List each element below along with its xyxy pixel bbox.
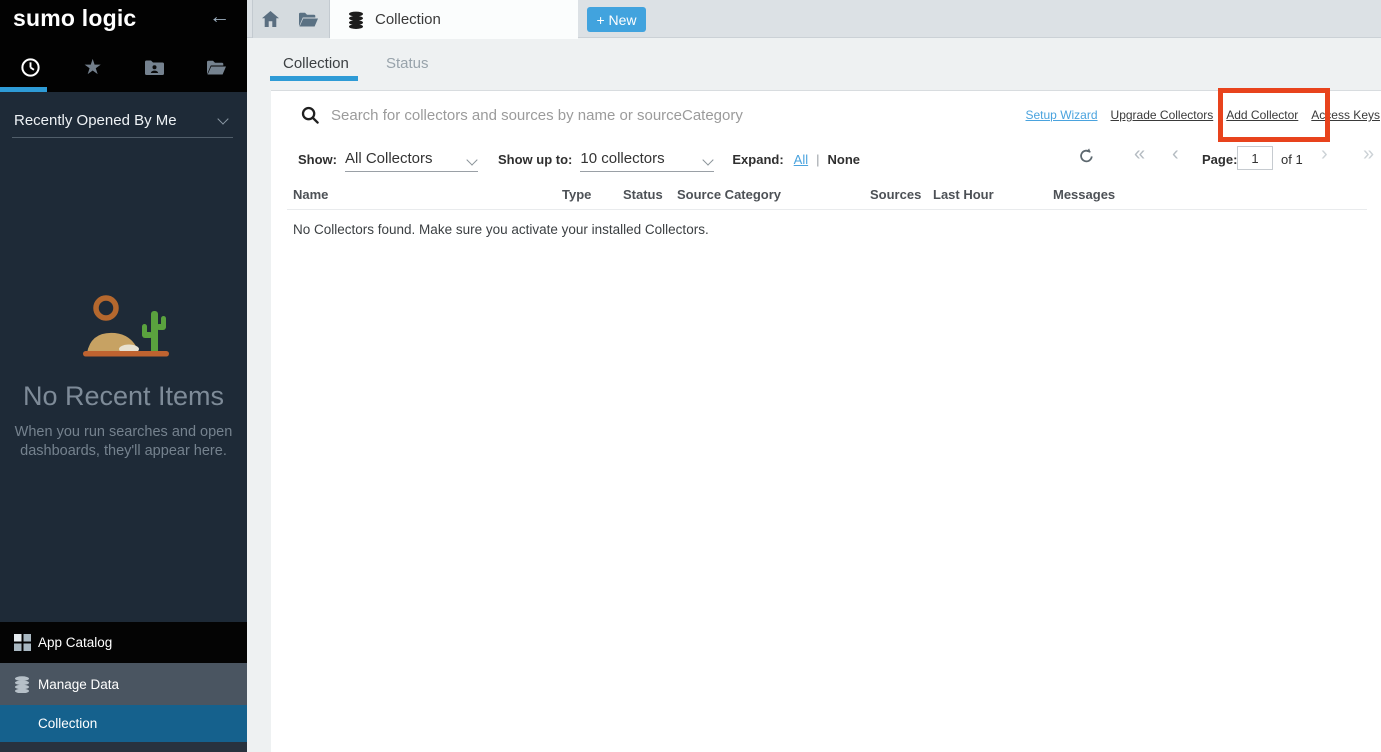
sidebar-footer-strip: [0, 742, 247, 752]
desert-illustration: [0, 288, 247, 365]
chevron-down-icon: [466, 154, 477, 165]
recent-filter-dropdown[interactable]: Recently Opened By Me: [0, 106, 247, 138]
sidebar-item-label: Collection: [38, 716, 97, 731]
setup-wizard-link[interactable]: Setup Wizard: [1026, 108, 1098, 122]
apps-grid-icon: [14, 634, 31, 651]
prev-page-button[interactable]: ‹: [1172, 143, 1179, 166]
sidebar-header: sumo logic ← ★: [0, 0, 247, 92]
shared-folder-icon: [145, 60, 164, 75]
tab-strip: Collection + New: [247, 0, 1381, 38]
clock-icon: [20, 57, 41, 78]
separator: |: [816, 152, 819, 172]
page-count-label: of 1: [1281, 152, 1303, 167]
open-folder-icon: [207, 60, 226, 75]
search-icon: [301, 106, 319, 124]
show-dropdown-value: All Collectors: [345, 150, 433, 167]
main-area: Collection + New Collection Status Setup…: [247, 0, 1381, 752]
column-messages[interactable]: Messages: [1053, 187, 1115, 202]
cactus-arm-left-up: [142, 324, 147, 337]
column-source-category[interactable]: Source Category: [677, 187, 781, 202]
toolbar-links: Setup Wizard Upgrade Collectors Add Coll…: [1026, 108, 1381, 122]
sidebar-item-manage-data[interactable]: Manage Data: [0, 663, 247, 705]
first-page-button[interactable]: «: [1134, 143, 1145, 166]
next-page-button[interactable]: ›: [1321, 143, 1328, 166]
sun-icon: [96, 298, 116, 318]
database-icon: [348, 11, 364, 29]
sidebar-item-label: Manage Data: [38, 677, 119, 692]
column-name[interactable]: Name: [293, 187, 328, 202]
subtab-bar: Collection Status: [247, 38, 1381, 90]
expand-all-link[interactable]: All: [794, 152, 808, 172]
cactus-arm-right-up: [161, 316, 166, 329]
last-page-button[interactable]: »: [1363, 143, 1374, 166]
sidebar-item-label: App Catalog: [38, 635, 112, 650]
ground: [83, 351, 169, 357]
home-button[interactable]: [252, 0, 289, 38]
library-button[interactable]: [288, 0, 330, 38]
sidebar-tab-library[interactable]: [185, 48, 247, 86]
upgrade-collectors-link[interactable]: Upgrade Collectors: [1111, 108, 1214, 122]
page-label: Page:: [1202, 152, 1237, 167]
sidebar-nav: ★: [0, 48, 247, 86]
show-up-to-dropdown-value: 10 collectors: [580, 150, 664, 167]
chevron-down-icon: [217, 113, 228, 124]
add-collector-link[interactable]: Add Collector: [1226, 108, 1298, 122]
collapse-sidebar-icon[interactable]: ←: [209, 5, 230, 29]
active-tab-indicator: [0, 87, 47, 92]
table-header: Name Type Status Source Category Sources…: [271, 187, 1381, 207]
no-recent-items-title: No Recent Items: [0, 381, 247, 412]
database-icon: [14, 676, 30, 693]
expand-none-link[interactable]: None: [828, 152, 861, 172]
active-subtab-indicator: [270, 76, 358, 81]
collection-panel: Setup Wizard Upgrade Collectors Add Coll…: [271, 90, 1381, 752]
search-input[interactable]: [331, 103, 811, 127]
recent-filter-label: Recently Opened By Me: [14, 112, 177, 129]
column-sources[interactable]: Sources: [870, 187, 921, 202]
expand-label: Expand:: [732, 152, 783, 172]
home-icon: [262, 11, 279, 27]
refresh-icon[interactable]: [1079, 148, 1094, 164]
sidebar-tab-recent[interactable]: [0, 48, 62, 86]
sumo-logic-logo: sumo logic: [13, 5, 136, 32]
subtab-status[interactable]: Status: [386, 55, 429, 72]
sidebar: sumo logic ← ★: [0, 0, 247, 752]
sidebar-item-collection[interactable]: Collection: [0, 705, 247, 742]
show-up-to-label: Show up to:: [498, 152, 572, 172]
show-label: Show:: [298, 152, 337, 172]
sidebar-tab-favorites[interactable]: ★: [62, 48, 124, 86]
divider: [12, 137, 233, 138]
column-last-hour[interactable]: Last Hour: [933, 187, 994, 202]
star-icon: ★: [83, 57, 102, 78]
sidebar-tab-shared[interactable]: [124, 48, 186, 86]
no-recent-items-subtext: When you run searches and open dashboard…: [0, 423, 247, 461]
empty-table-message: No Collectors found. Make sure you activ…: [293, 222, 709, 237]
column-type[interactable]: Type: [562, 187, 591, 202]
new-button[interactable]: + New: [587, 7, 646, 32]
subtab-collection[interactable]: Collection: [283, 55, 349, 72]
open-folder-icon: [299, 12, 318, 27]
page-number-input[interactable]: [1237, 146, 1273, 170]
filter-row: Show: All Collectors Show up to: 10 coll…: [298, 146, 860, 172]
access-keys-link[interactable]: Access Keys: [1311, 108, 1380, 122]
chevron-down-icon: [703, 154, 714, 165]
show-dropdown[interactable]: All Collectors: [345, 150, 478, 172]
tab-label: Collection: [375, 11, 441, 28]
sidebar-item-app-catalog[interactable]: App Catalog: [0, 622, 247, 663]
divider: [287, 209, 1367, 210]
column-status[interactable]: Status: [623, 187, 663, 202]
show-up-to-dropdown[interactable]: 10 collectors: [580, 150, 714, 172]
tab-collection[interactable]: Collection: [330, 0, 578, 39]
